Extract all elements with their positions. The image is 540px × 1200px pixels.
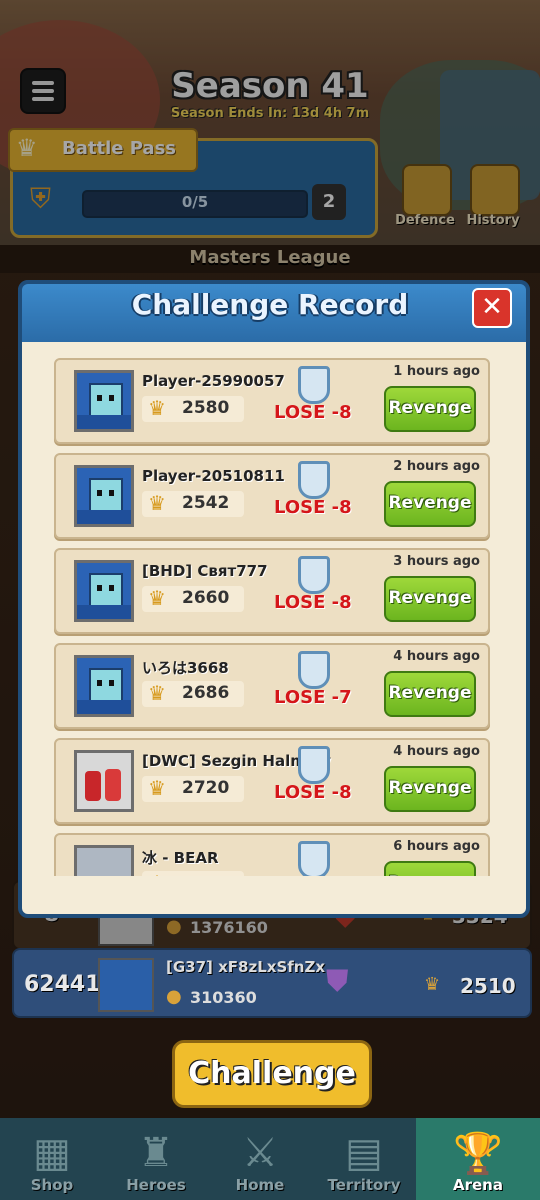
opponent-trophies: 2686 (182, 683, 230, 703)
shield-icon (298, 651, 330, 689)
tab-label: Home (235, 1176, 285, 1194)
opponent-trophies: 2720 (182, 778, 230, 798)
tab-label: Shop (30, 1176, 74, 1194)
record-time: 6 hours ago (393, 839, 480, 854)
record-item: いろは3668 ♛ 2686 LOSE -7 4 hours ago Reven… (54, 643, 490, 729)
heroes-icon: ♜ (138, 1130, 174, 1176)
opponent-trophies: 2660 (182, 588, 230, 608)
trophy-icon: ♛ (148, 871, 166, 876)
opponent-trophies: 2580 (182, 398, 230, 418)
tab-shop[interactable]: ▦ Shop (0, 1118, 106, 1200)
battle-result: LOSE -7 (274, 687, 352, 708)
my-player-name: [G37] xF8zLxSfnZx (166, 958, 326, 976)
trophy-icon: ♛ (148, 586, 166, 610)
trophy-icon: ♛ (424, 974, 441, 995)
tab-label: Territory (327, 1176, 401, 1194)
my-rank-number: 62441 (24, 972, 101, 997)
shop-icon: ▦ (33, 1130, 71, 1176)
battle-result: LOSE -8 (274, 782, 352, 803)
rank-emblem-icon: ⛊ (326, 964, 349, 999)
tab-territory[interactable]: ▤ Territory (312, 1118, 418, 1200)
close-button[interactable]: ✕ (472, 288, 512, 328)
shield-icon (298, 366, 330, 404)
battle-result: LOSE -8 (274, 497, 352, 518)
my-trophy-count: 2510 (460, 974, 516, 998)
opponent-name: Player-25990057 (142, 372, 285, 390)
battle-result: LOSE -8 (274, 592, 352, 613)
power-icon: ● (166, 986, 182, 1007)
opponent-name: いろは3668 (142, 659, 229, 677)
arena-trophy-icon: 🏆 (453, 1131, 503, 1177)
opponent-avatar (74, 465, 134, 527)
shield-icon (298, 556, 330, 594)
record-list[interactable]: Player-25990057 ♛ 2580 LOSE -8 1 hours a… (28, 340, 512, 876)
revenge-button[interactable]: Revenge (384, 861, 476, 876)
revenge-button[interactable]: Revenge (384, 386, 476, 432)
challenge-button[interactable]: Challenge (172, 1040, 372, 1108)
tab-label: Heroes (126, 1176, 186, 1194)
trophy-icon: ♛ (148, 776, 166, 800)
record-time: 4 hours ago (393, 744, 480, 759)
tab-label: Arena (453, 1176, 503, 1194)
record-item: Player-20510811 ♛ 2542 LOSE -8 2 hours a… (54, 453, 490, 539)
tab-home[interactable]: ⚔ Home (208, 1118, 314, 1200)
opponent-name: 冰 - BEAR (142, 849, 219, 867)
opponent-avatar (74, 655, 134, 717)
home-icon: ⚔ (242, 1130, 278, 1176)
revenge-button[interactable]: Revenge (384, 766, 476, 812)
battle-result: LOSE -8 (274, 402, 352, 423)
opponent-name: [BHD] Свят777 (142, 562, 268, 580)
opponent-avatar (74, 560, 134, 622)
opponent-avatar (74, 370, 134, 432)
close-icon: ✕ (481, 292, 503, 322)
my-avatar (98, 958, 154, 1012)
tab-heroes[interactable]: ♜ Heroes (104, 1118, 210, 1200)
record-item: Player-25990057 ♛ 2580 LOSE -8 1 hours a… (54, 358, 490, 444)
opponent-name: Player-20510811 (142, 467, 285, 485)
trophy-icon: ♛ (148, 681, 166, 705)
shield-icon (298, 746, 330, 784)
territory-icon: ▤ (345, 1130, 383, 1176)
shield-icon (298, 461, 330, 499)
shield-icon (298, 841, 330, 876)
trophy-icon: ♛ (148, 491, 166, 515)
record-time: 3 hours ago (393, 554, 480, 569)
record-time: 4 hours ago (393, 649, 480, 664)
revenge-button[interactable]: Revenge (384, 576, 476, 622)
opponent-trophies: 2542 (182, 493, 230, 513)
opponent-avatar (74, 845, 134, 876)
modal-title: Challenge Record (131, 288, 409, 321)
revenge-button[interactable]: Revenge (384, 481, 476, 527)
revenge-button[interactable]: Revenge (384, 671, 476, 717)
opponent-avatar (74, 750, 134, 812)
tab-arena[interactable]: 🏆 Arena (416, 1118, 540, 1200)
my-leaderboard-row[interactable]: 62441 [G37] xF8zLxSfnZx ● 310360 ⛊ ♛ 251… (12, 948, 532, 1018)
record-item: [DWC] Sezgin Halmiev ♛ 2720 LOSE -8 4 ho… (54, 738, 490, 824)
record-time: 2 hours ago (393, 459, 480, 474)
record-item: 冰 - BEAR ♛ 6 hours ago Revenge (54, 833, 490, 876)
record-time: 1 hours ago (393, 364, 480, 379)
my-power-value: 310360 (190, 988, 257, 1007)
trophy-icon: ♛ (148, 396, 166, 420)
record-item: [BHD] Свят777 ♛ 2660 LOSE -8 3 hours ago… (54, 548, 490, 634)
